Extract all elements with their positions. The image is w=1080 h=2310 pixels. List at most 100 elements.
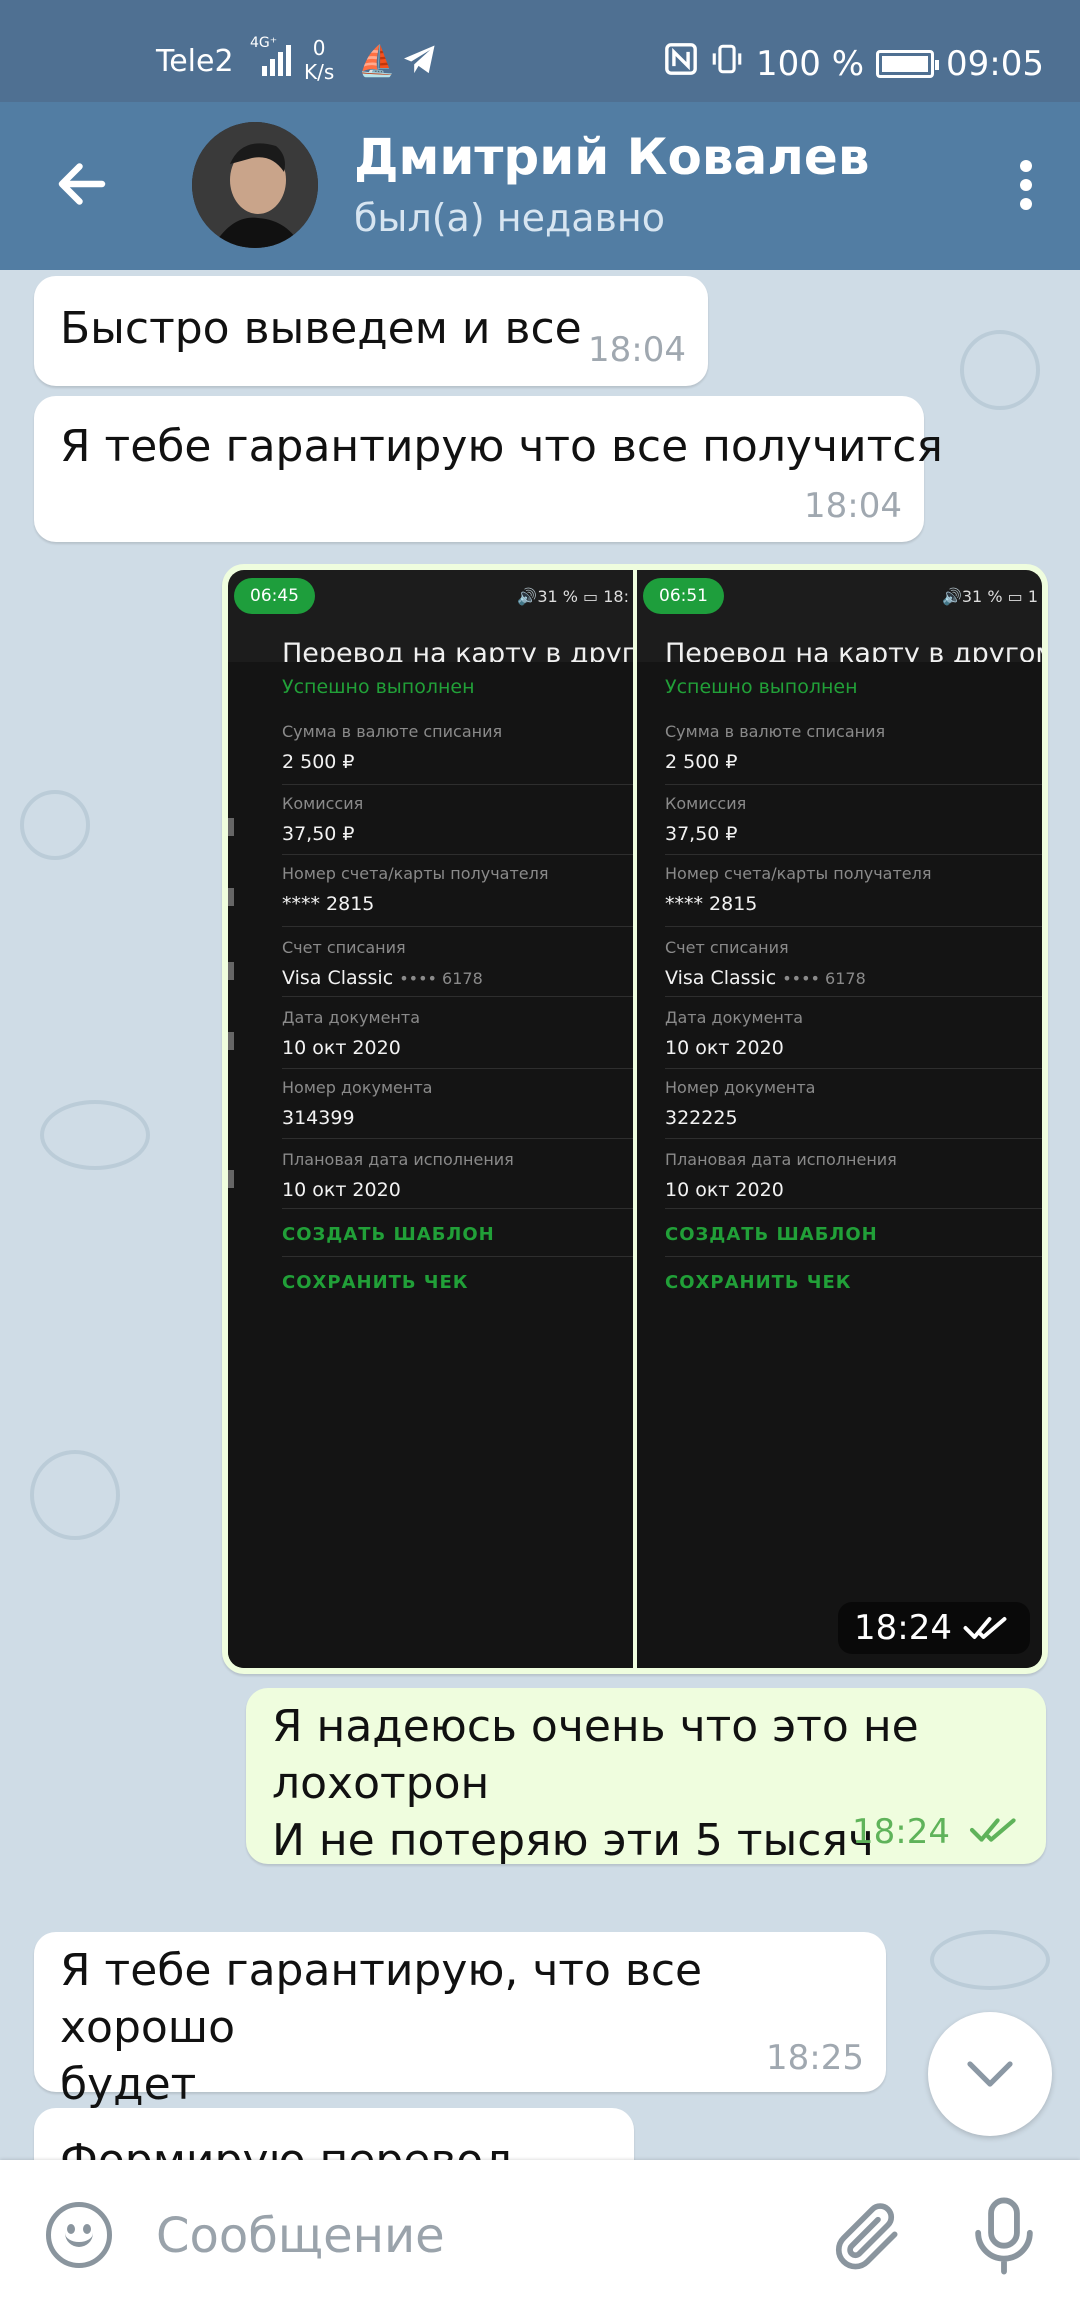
photo-edge-mark — [228, 1170, 234, 1188]
message-input[interactable] — [156, 2204, 796, 2268]
field-label: Сумма в валюте списания — [665, 722, 886, 741]
smiley-icon[interactable] — [46, 2202, 112, 2268]
field-value: 314399 — [282, 1107, 355, 1129]
divider — [282, 996, 633, 997]
photo-edge-mark — [228, 962, 234, 980]
more-vertical-icon — [1020, 160, 1032, 172]
field-label: Плановая дата исполнения — [665, 1150, 897, 1169]
field-doc-number: Номер документа 314399 — [282, 1078, 633, 1129]
field-value: 2 500 ₽ — [282, 751, 355, 773]
field-value-main: Visa Classic — [282, 967, 394, 989]
photo-edge-mark — [228, 888, 234, 906]
arrow-left-icon — [58, 163, 106, 205]
field-label: Дата документа — [665, 1008, 803, 1027]
photo-left[interactable]: 06:45 🔊31 % ▭ 18: Перевод на карту в дру… — [228, 570, 633, 1668]
battery-percent-label: 100 % — [756, 43, 865, 84]
field-label: Комиссия — [282, 794, 364, 813]
field-doc-date: Дата документа 10 окт 2020 — [665, 1008, 1025, 1059]
photo-create-template: СОЗДАТЬ ШАБЛОН — [665, 1224, 878, 1245]
message-text: Я тебе гарантирую, что все хорошо будет — [60, 1945, 703, 2110]
field-label: Номер документа — [665, 1078, 816, 1097]
photo-body: Успешно выполнен Сумма в валюте списания… — [637, 662, 1042, 1668]
field-value: 10 окт 2020 — [282, 1179, 401, 1201]
field-value-suffix: •••• 6178 — [782, 969, 866, 988]
field-label: Сумма в валюте списания — [282, 722, 503, 741]
divider — [665, 854, 1042, 855]
incoming-message[interactable]: Я тебе гарантирую, что все хорошо будет … — [34, 1932, 886, 2110]
message-time: 18:24 — [852, 1812, 950, 1852]
contact-name[interactable]: Дмитрий Ковалев — [354, 128, 869, 186]
photo-status-right: 🔊31 % ▭ 1 — [941, 587, 1038, 606]
photo-status-text: Успешно выполнен — [665, 676, 858, 698]
wallpaper-doodle — [30, 1450, 120, 1540]
message-time: 18:04 — [588, 330, 686, 370]
field-label: Номер документа — [282, 1078, 433, 1097]
status-right-group: 100 % 09:05 — [664, 42, 1044, 85]
photo-edge-mark — [228, 1032, 234, 1050]
incoming-message[interactable]: Формирую перевод — [34, 2108, 634, 2160]
contact-avatar[interactable] — [192, 122, 318, 248]
incoming-message[interactable]: Я тебе гарантирую что все получится 18:0… — [34, 396, 943, 542]
field-amount: Сумма в валюте списания 2 500 ₽ — [665, 722, 1025, 773]
field-account: Счет списания Visa Classic •••• 6178 — [665, 938, 1025, 989]
divider — [665, 1208, 1042, 1209]
photo-time-badge: 18:24 — [838, 1602, 1030, 1654]
photo-right[interactable]: 06:51 🔊31 % ▭ 1 Перевод на карту в друго… — [637, 570, 1042, 1668]
field-value: Visa Classic •••• 6178 — [665, 967, 1025, 989]
field-value: 322225 — [665, 1107, 738, 1129]
double-check-icon — [963, 1617, 1007, 1639]
vibrate-icon — [710, 42, 744, 85]
field-label: Дата документа — [282, 1008, 420, 1027]
wallpaper-doodle — [40, 1100, 150, 1170]
field-value: 10 окт 2020 — [282, 1037, 401, 1059]
system-status-bar: Tele2 4G⁺ 0 K/s ⛵ 100 % 09:05 — [0, 0, 1080, 102]
incoming-message[interactable]: Быстро выведем и все 18:04 — [34, 276, 708, 386]
divider — [282, 1256, 633, 1257]
chat-header: Дмитрий Ковалев был(а) недавно — [0, 102, 1080, 270]
voice-message-button[interactable] — [964, 2194, 1044, 2278]
field-label: Номер счета/карты получателя — [282, 864, 549, 883]
photo-status-bar: 06:45 🔊31 % ▭ 18: — [228, 570, 633, 614]
field-account: Счет списания Visa Classic •••• 6178 — [282, 938, 633, 989]
back-button[interactable] — [52, 154, 112, 214]
divider — [665, 1068, 1042, 1069]
photo-status-bar: 06:51 🔊31 % ▭ 1 — [637, 570, 1042, 614]
photo-status-time: 06:51 — [643, 578, 724, 614]
network-speed-value: 0 — [312, 36, 326, 60]
nfc-icon — [664, 42, 698, 85]
photo-status-time: 06:45 — [234, 578, 315, 614]
battery-icon — [876, 49, 940, 78]
photo-create-template: СОЗДАТЬ ШАБЛОН — [282, 1224, 495, 1245]
field-doc-number: Номер документа 322225 — [665, 1078, 1025, 1129]
message-text: Я тебе гарантирую что все получится — [60, 421, 943, 472]
wallpaper-doodle — [20, 790, 90, 860]
wallpaper-doodle — [960, 330, 1040, 410]
divider — [665, 996, 1042, 997]
more-options-button[interactable] — [1010, 152, 1040, 216]
field-value: **** 2815 — [665, 893, 758, 915]
divider — [665, 926, 1042, 927]
photo-edge-mark — [228, 818, 234, 836]
message-time: 18:25 — [766, 2038, 864, 2078]
field-value: 37,50 ₽ — [282, 823, 355, 845]
field-label: Счет списания — [282, 938, 406, 957]
telegram-icon — [402, 44, 438, 84]
scroll-down-button[interactable] — [928, 2012, 1052, 2136]
chat-message-list[interactable]: Быстро выведем и все 18:04 Я тебе гарант… — [0, 270, 1080, 2160]
microphone-icon — [975, 2197, 1033, 2275]
photo-time: 18:24 — [854, 1608, 952, 1648]
field-value: **** 2815 — [282, 893, 375, 915]
field-value: Visa Classic •••• 6178 — [282, 967, 633, 989]
clock-label: 09:05 — [946, 43, 1044, 84]
attach-button[interactable] — [828, 2196, 908, 2276]
double-check-icon — [969, 1818, 1016, 1842]
field-amount: Сумма в валюте списания 2 500 ₽ — [282, 722, 633, 773]
divider — [282, 784, 633, 785]
outgoing-photo-message[interactable]: 06:45 🔊31 % ▭ 18: Перевод на карту в дру… — [222, 564, 1048, 1674]
outgoing-message[interactable]: Я надеюсь очень что это не лохотрон И не… — [246, 1688, 1046, 1866]
chevron-down-icon — [967, 2061, 1013, 2087]
sailboat-icon: ⛵ — [358, 44, 396, 79]
more-vertical-icon-dot — [1020, 198, 1032, 210]
photo-status-text: Успешно выполнен — [282, 676, 475, 698]
photo-save-receipt: СОХРАНИТЬ ЧЕК — [282, 1272, 469, 1293]
